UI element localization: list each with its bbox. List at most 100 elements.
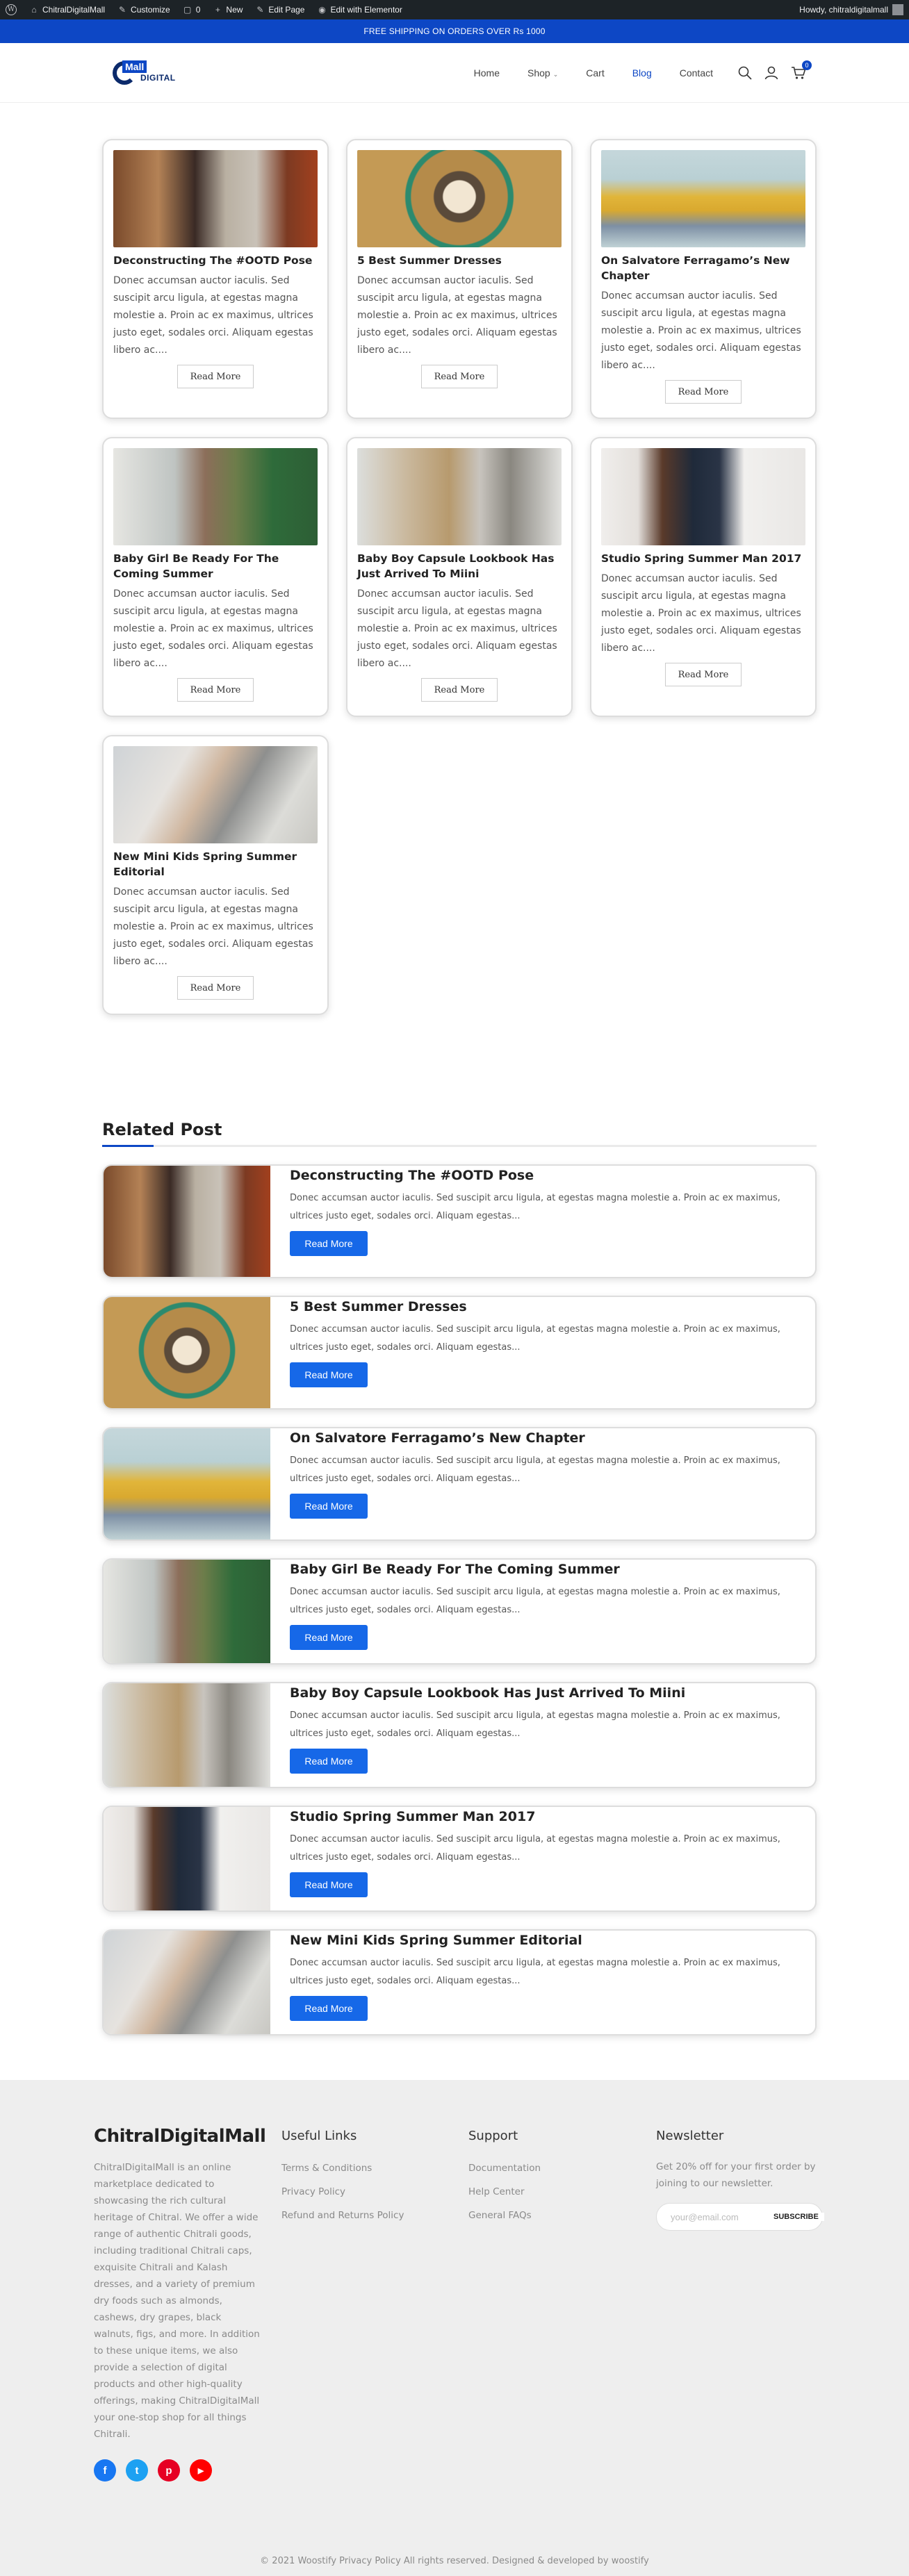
- related-post-title[interactable]: Baby Boy Capsule Lookbook Has Just Arriv…: [290, 1685, 815, 1701]
- nav-contact[interactable]: Contact: [680, 67, 713, 79]
- read-more-button[interactable]: Read More: [177, 365, 254, 388]
- nav-blog[interactable]: Blog: [632, 67, 652, 79]
- post-thumbnail[interactable]: [601, 448, 805, 545]
- admin-edit-page-label: Edit Page: [268, 5, 305, 15]
- post-thumbnail[interactable]: [601, 150, 805, 247]
- newsletter-form: SUBSCRIBE: [656, 2203, 824, 2231]
- related-post-body: Baby Boy Capsule Lookbook Has Just Arriv…: [270, 1683, 815, 1787]
- post-thumbnail[interactable]: [113, 150, 318, 247]
- search-icon[interactable]: [738, 66, 752, 80]
- footer-link-privacy[interactable]: Privacy Policy: [281, 2186, 404, 2197]
- related-post-title[interactable]: New Mini Kids Spring Summer Editorial: [290, 1932, 815, 1949]
- related-post-title[interactable]: Deconstructing The #OOTD Pose: [290, 1167, 815, 1184]
- read-more-button[interactable]: Read More: [177, 976, 254, 1000]
- related-read-more-button[interactable]: Read More: [290, 1872, 368, 1897]
- related-post-body: On Salvatore Ferragamo’s New Chapter Don…: [270, 1428, 815, 1539]
- related-post-title[interactable]: 5 Best Summer Dresses: [290, 1298, 815, 1315]
- comment-icon: ▢: [183, 5, 192, 15]
- post-title[interactable]: 5 Best Summer Dresses: [357, 253, 562, 268]
- avatar: [892, 4, 903, 15]
- related-read-more-button[interactable]: Read More: [290, 1494, 368, 1519]
- facebook-icon[interactable]: f: [94, 2459, 116, 2482]
- related-post-body: 5 Best Summer Dresses Donec accumsan auc…: [270, 1297, 815, 1408]
- footer-link-refund[interactable]: Refund and Returns Policy: [281, 2210, 404, 2221]
- footer-about-text: ChitralDigitalMall is an online marketpl…: [94, 2162, 260, 2440]
- related-read-more-button[interactable]: Read More: [290, 1749, 368, 1774]
- related-post-thumbnail[interactable]: [104, 1683, 270, 1787]
- post-excerpt: Donec accumsan auctor iaculis. Sed susci…: [601, 290, 801, 371]
- footer-link-documentation[interactable]: Documentation: [468, 2163, 541, 2174]
- post-card: 5 Best Summer Dresses Donec accumsan auc…: [346, 139, 573, 419]
- admin-edit-elementor[interactable]: ◉ Edit with Elementor: [317, 5, 402, 15]
- admin-account[interactable]: Howdy, chitraldigitalmall: [799, 4, 903, 15]
- related-post-excerpt: Donec accumsan auctor iaculis. Sed susci…: [290, 1834, 780, 1863]
- wp-logo-menu[interactable]: W: [6, 4, 17, 15]
- post-thumbnail[interactable]: [357, 150, 562, 247]
- post-title[interactable]: Studio Spring Summer Man 2017: [601, 551, 805, 566]
- related-post-thumbnail[interactable]: [104, 1166, 270, 1277]
- cart-icon[interactable]: 0: [791, 60, 812, 80]
- post-thumbnail[interactable]: [113, 448, 318, 545]
- footer-link-faqs[interactable]: General FAQs: [468, 2210, 541, 2221]
- post-card: New Mini Kids Spring Summer Editorial Do…: [102, 735, 329, 1015]
- post-title[interactable]: Deconstructing The #OOTD Pose: [113, 253, 318, 268]
- related-section: Related Post: [102, 1120, 817, 1147]
- account-icon[interactable]: [764, 66, 778, 80]
- related-post-thumbnail[interactable]: [104, 1297, 270, 1408]
- nav-home[interactable]: Home: [474, 67, 500, 79]
- admin-new-label: New: [226, 5, 243, 15]
- post-thumbnail[interactable]: [113, 746, 318, 843]
- related-read-more-button[interactable]: Read More: [290, 1625, 368, 1650]
- post-thumbnail[interactable]: [357, 448, 562, 545]
- related-post-thumbnail[interactable]: [104, 1560, 270, 1663]
- post-title[interactable]: Baby Girl Be Ready For The Coming Summer: [113, 551, 318, 581]
- promo-text: FREE SHIPPING ON ORDERS OVER Rs 1000: [363, 26, 546, 36]
- related-post-thumbnail[interactable]: [104, 1428, 270, 1539]
- site-logo[interactable]: Mall DIGITAL: [113, 60, 176, 85]
- pinterest-icon[interactable]: p: [158, 2459, 180, 2482]
- cart-count-badge: 0: [802, 60, 812, 70]
- twitter-icon[interactable]: t: [126, 2459, 148, 2482]
- post-title[interactable]: On Salvatore Ferragamo’s New Chapter: [601, 253, 805, 283]
- read-more-button[interactable]: Read More: [421, 365, 498, 388]
- related-heading: Related Post: [102, 1120, 222, 1139]
- related-read-more-button[interactable]: Read More: [290, 1231, 368, 1256]
- related-post-body: Studio Spring Summer Man 2017 Donec accu…: [270, 1807, 815, 1910]
- footer-link-terms[interactable]: Terms & Conditions: [281, 2163, 404, 2174]
- related-post-title[interactable]: Studio Spring Summer Man 2017: [290, 1808, 815, 1825]
- nav-shop[interactable]: Shop ⌄: [527, 67, 558, 79]
- related-post-body: Deconstructing The #OOTD Pose Donec accu…: [270, 1166, 815, 1277]
- nav-cart[interactable]: Cart: [586, 67, 604, 79]
- logo-top-text: Mall: [122, 60, 147, 73]
- youtube-icon[interactable]: ▶: [190, 2459, 212, 2482]
- related-post-title[interactable]: On Salvatore Ferragamo’s New Chapter: [290, 1430, 815, 1446]
- logo-wordmark: Mall DIGITAL: [122, 60, 176, 83]
- social-links: f t p ▶: [94, 2459, 265, 2482]
- read-more-button[interactable]: Read More: [177, 678, 254, 702]
- related-read-more-button[interactable]: Read More: [290, 1362, 368, 1387]
- post-title[interactable]: New Mini Kids Spring Summer Editorial: [113, 849, 318, 880]
- related-read-more-button[interactable]: Read More: [290, 1996, 368, 2021]
- site-header: Mall DIGITAL Home Shop ⌄ Cart Blog Contac…: [0, 43, 909, 103]
- related-post-card: Baby Boy Capsule Lookbook Has Just Arriv…: [102, 1682, 817, 1788]
- read-more-button[interactable]: Read More: [421, 678, 498, 702]
- read-more-button[interactable]: Read More: [665, 663, 742, 686]
- related-post-thumbnail[interactable]: [104, 1807, 270, 1910]
- admin-customize[interactable]: ✎ Customize: [117, 5, 170, 15]
- read-more-button[interactable]: Read More: [665, 380, 742, 404]
- post-title[interactable]: Baby Boy Capsule Lookbook Has Just Arriv…: [357, 551, 562, 581]
- subscribe-button[interactable]: SUBSCRIBE: [768, 2213, 824, 2221]
- footer-link-help-center[interactable]: Help Center: [468, 2186, 541, 2197]
- post-excerpt: Donec accumsan auctor iaculis. Sed susci…: [113, 886, 313, 967]
- related-post-thumbnail[interactable]: [104, 1931, 270, 2034]
- admin-comments[interactable]: ▢ 0: [183, 5, 200, 15]
- plus-icon: +: [215, 5, 220, 15]
- related-post-card: 5 Best Summer Dresses Donec accumsan auc…: [102, 1296, 817, 1410]
- admin-edit-page[interactable]: ✎ Edit Page: [255, 5, 304, 15]
- newsletter-email-input[interactable]: [671, 2211, 768, 2222]
- related-post-title[interactable]: Baby Girl Be Ready For The Coming Summer: [290, 1561, 815, 1578]
- admin-new[interactable]: + New: [213, 5, 243, 15]
- related-post-excerpt: Donec accumsan auctor iaculis. Sed susci…: [290, 1587, 780, 1615]
- admin-site-label: ChitralDigitalMall: [42, 5, 106, 15]
- admin-site-name[interactable]: ⌂ ChitralDigitalMall: [29, 5, 105, 15]
